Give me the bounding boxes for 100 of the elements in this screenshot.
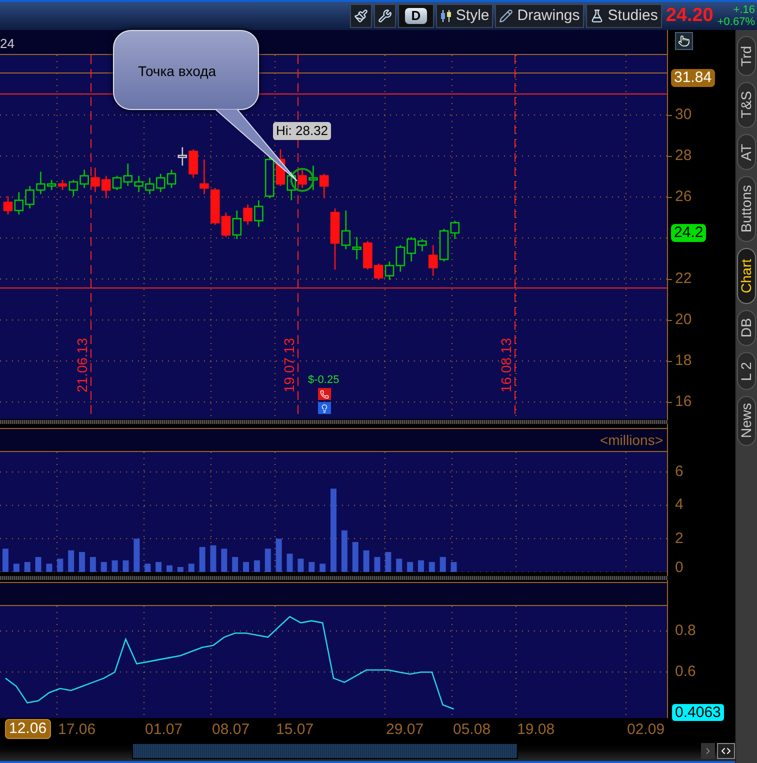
scrollbar-thumb[interactable] xyxy=(132,742,518,758)
volume-bar xyxy=(100,562,107,572)
indicator-axis-label: 0.6 xyxy=(675,664,696,680)
price-axis-label: 26 xyxy=(675,189,692,205)
volume-bar xyxy=(46,564,52,572)
volume-bar xyxy=(35,557,42,572)
volume-bar xyxy=(407,562,414,572)
volume-bar xyxy=(13,564,20,572)
candlestick xyxy=(396,245,406,272)
high-price-label: Hi: 28.32 xyxy=(273,122,332,140)
volume-bar xyxy=(428,562,435,572)
side-tab[interactable]: AT xyxy=(737,134,756,170)
date-axis-label: 15.07 xyxy=(276,721,314,738)
volume-bar xyxy=(374,557,380,572)
pencil-icon xyxy=(499,9,514,23)
price-axis-label: 20 xyxy=(675,312,692,328)
volume-bar xyxy=(418,560,424,572)
candlestick xyxy=(166,170,176,188)
date-axis-label: 01.07 xyxy=(145,721,183,738)
percent-change: +0.67% xyxy=(717,16,755,28)
date-axis-label: 05.08 xyxy=(453,721,491,738)
candlestick xyxy=(232,210,242,240)
volume-bar xyxy=(396,558,402,572)
date-axis-label: 02.09 xyxy=(627,721,665,738)
wrench-icon xyxy=(378,9,392,23)
indicator-axis-label: 0.8 xyxy=(675,623,696,640)
phone-icon xyxy=(318,388,331,400)
drawings-button[interactable]: Drawings xyxy=(495,4,584,28)
volume-bar xyxy=(320,564,326,572)
volume-bar xyxy=(2,548,8,572)
volume-bar xyxy=(57,558,64,572)
candlestick xyxy=(308,166,318,190)
volume-bar xyxy=(341,530,348,572)
event-date-label: 19.07.13 xyxy=(281,338,297,392)
highlight-circle xyxy=(290,168,314,192)
paintbrush-icon xyxy=(354,9,368,23)
volume-bar xyxy=(24,562,30,572)
volume-bar xyxy=(221,548,228,572)
volume-bar xyxy=(177,567,184,572)
volume-bar xyxy=(122,560,129,572)
pointer-icon xyxy=(678,35,690,47)
volume-bar xyxy=(264,548,271,572)
volume-bar xyxy=(166,565,172,572)
cursor-button[interactable] xyxy=(675,32,693,50)
side-tab[interactable]: Buttons xyxy=(737,176,756,242)
price-axis-label: 16 xyxy=(675,394,692,410)
side-tab[interactable]: DB xyxy=(737,310,756,346)
dividend-amount: $-0.25 xyxy=(308,374,340,386)
candlestick xyxy=(200,159,209,194)
price-axis-label: 28 xyxy=(675,148,692,164)
volume-bar xyxy=(134,538,140,572)
style-button[interactable]: Style xyxy=(436,4,494,28)
event-date-label: 16.08.13 xyxy=(498,338,514,392)
volume-bar xyxy=(199,547,206,572)
candlestick xyxy=(145,178,154,194)
side-tab[interactable]: L 2 xyxy=(737,352,756,390)
date-axis-label: 29.07 xyxy=(386,721,424,738)
zoom-button[interactable] xyxy=(717,742,735,758)
price-marker: 24.2 xyxy=(671,224,706,242)
aggregation-button[interactable]: D xyxy=(398,4,434,28)
volume-bar xyxy=(286,554,293,572)
candlestick xyxy=(254,200,264,227)
volume-axis-label: 2 xyxy=(675,530,684,547)
volume-bar xyxy=(210,545,216,572)
candlestick xyxy=(406,237,416,262)
price-axis-label: 22 xyxy=(675,271,692,287)
volume-bar xyxy=(363,550,370,572)
volume-bar xyxy=(90,557,96,572)
indicator-value-marker: 0.4063 xyxy=(672,704,724,721)
side-tab[interactable]: Chart xyxy=(737,248,756,304)
volume-bar xyxy=(385,552,392,572)
event-date-label: 21.06.13 xyxy=(74,338,90,392)
last-price: 24.20 xyxy=(666,4,714,28)
candlestick-icon xyxy=(440,9,452,23)
side-tab[interactable]: T&S xyxy=(737,82,756,128)
volume-bar xyxy=(352,542,358,572)
date-axis-label: 08.07 xyxy=(212,721,250,738)
candlestick xyxy=(3,196,13,215)
candlestick xyxy=(243,204,252,225)
wrench-tool-button[interactable] xyxy=(374,4,396,28)
volume-bar xyxy=(243,562,250,572)
volume-bar xyxy=(308,562,315,572)
paint-tool-button[interactable] xyxy=(350,4,372,28)
price-change: +.16 xyxy=(733,4,755,16)
volume-bar xyxy=(232,557,238,572)
price-axis-label: 18 xyxy=(675,353,692,369)
current-date-marker: 12.06 xyxy=(5,719,51,739)
volume-bar xyxy=(276,538,282,572)
side-tab[interactable]: News xyxy=(737,396,756,446)
volume-bar xyxy=(156,562,162,572)
candlestick xyxy=(90,168,100,192)
candlestick xyxy=(384,261,394,280)
price-axis-label: 30 xyxy=(675,107,692,123)
header-text: 24 xyxy=(0,35,14,53)
volume-bar xyxy=(68,550,74,572)
side-tab[interactable]: Trd xyxy=(737,36,756,76)
scroll-right-button[interactable] xyxy=(701,742,715,758)
volume-axis-label: 4 xyxy=(675,497,684,514)
date-axis-label: 19.08 xyxy=(517,721,555,738)
studies-button[interactable]: Studies xyxy=(586,4,662,28)
